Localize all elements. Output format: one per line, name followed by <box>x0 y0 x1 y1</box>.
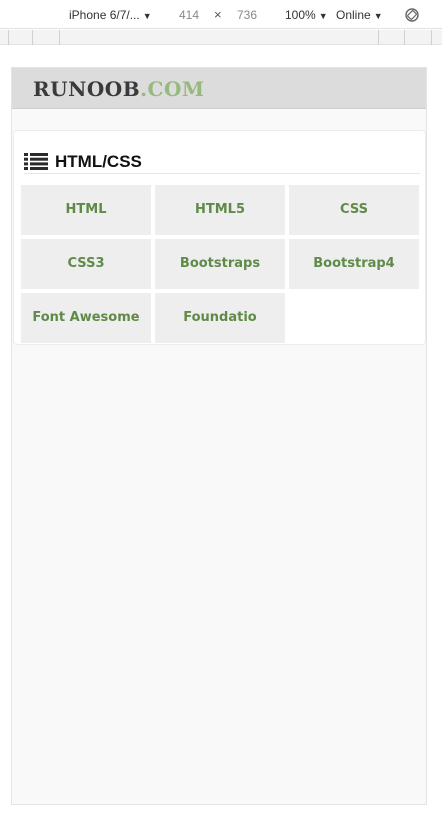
tile-html5[interactable]: HTML5 <box>155 185 285 235</box>
ruler-tick <box>431 30 432 45</box>
tile-foundation[interactable]: Foundatio <box>155 293 285 343</box>
device-select-label: iPhone 6/7/... <box>69 8 140 22</box>
tile-html[interactable]: HTML <box>21 185 151 235</box>
tile-css3[interactable]: CSS3 <box>21 239 151 289</box>
tile-css[interactable]: CSS <box>289 185 419 235</box>
media-query-ruler[interactable] <box>0 30 442 45</box>
ruler-tick <box>378 30 379 45</box>
ruler-tick <box>59 30 60 45</box>
tile-font-awesome[interactable]: Font Awesome <box>21 293 151 343</box>
chevron-down-icon: ▼ <box>373 11 383 21</box>
zoom-select[interactable]: 100% ▼ <box>285 7 328 23</box>
list-icon <box>24 153 48 170</box>
category-panel: HTML/CSS HTML HTML5 CSS CSS3 Bootstraps … <box>13 130 426 345</box>
ruler-tick <box>404 30 405 45</box>
zoom-select-label: 100% <box>285 8 316 22</box>
chevron-down-icon: ▼ <box>318 11 328 21</box>
tile-bootstraps[interactable]: Bootstraps <box>155 239 285 289</box>
network-throttle-select[interactable]: Online ▼ <box>336 7 383 23</box>
tile-bootstrap4[interactable]: Bootstrap4 <box>289 239 419 289</box>
ruler-tick <box>32 30 33 45</box>
logo-suffix-text: .COM <box>140 77 205 101</box>
panel-header: HTML/CSS <box>24 151 420 174</box>
device-select[interactable]: iPhone 6/7/... ▼ <box>69 7 152 23</box>
panel-title: HTML/CSS <box>55 152 142 171</box>
device-viewport: RUNOOB.COM HTML/CSS HTML HTML5 CSS CSS3 … <box>11 67 427 805</box>
chevron-down-icon: ▼ <box>142 11 152 21</box>
ruler-tick <box>8 30 9 45</box>
site-header: RUNOOB.COM <box>12 68 426 109</box>
logo-main-text: RUNOOB <box>33 77 141 101</box>
viewport-width-field[interactable]: 414 <box>179 7 199 23</box>
network-select-label: Online <box>336 8 371 22</box>
site-logo[interactable]: RUNOOB.COM <box>33 77 205 101</box>
devtools-device-toolbar: iPhone 6/7/... ▼ 414 × 736 100% ▼ Online ▼ <box>0 0 442 29</box>
dimension-separator: × <box>214 7 222 22</box>
rotate-icon[interactable] <box>404 7 420 23</box>
viewport-height-field[interactable]: 736 <box>237 7 257 23</box>
